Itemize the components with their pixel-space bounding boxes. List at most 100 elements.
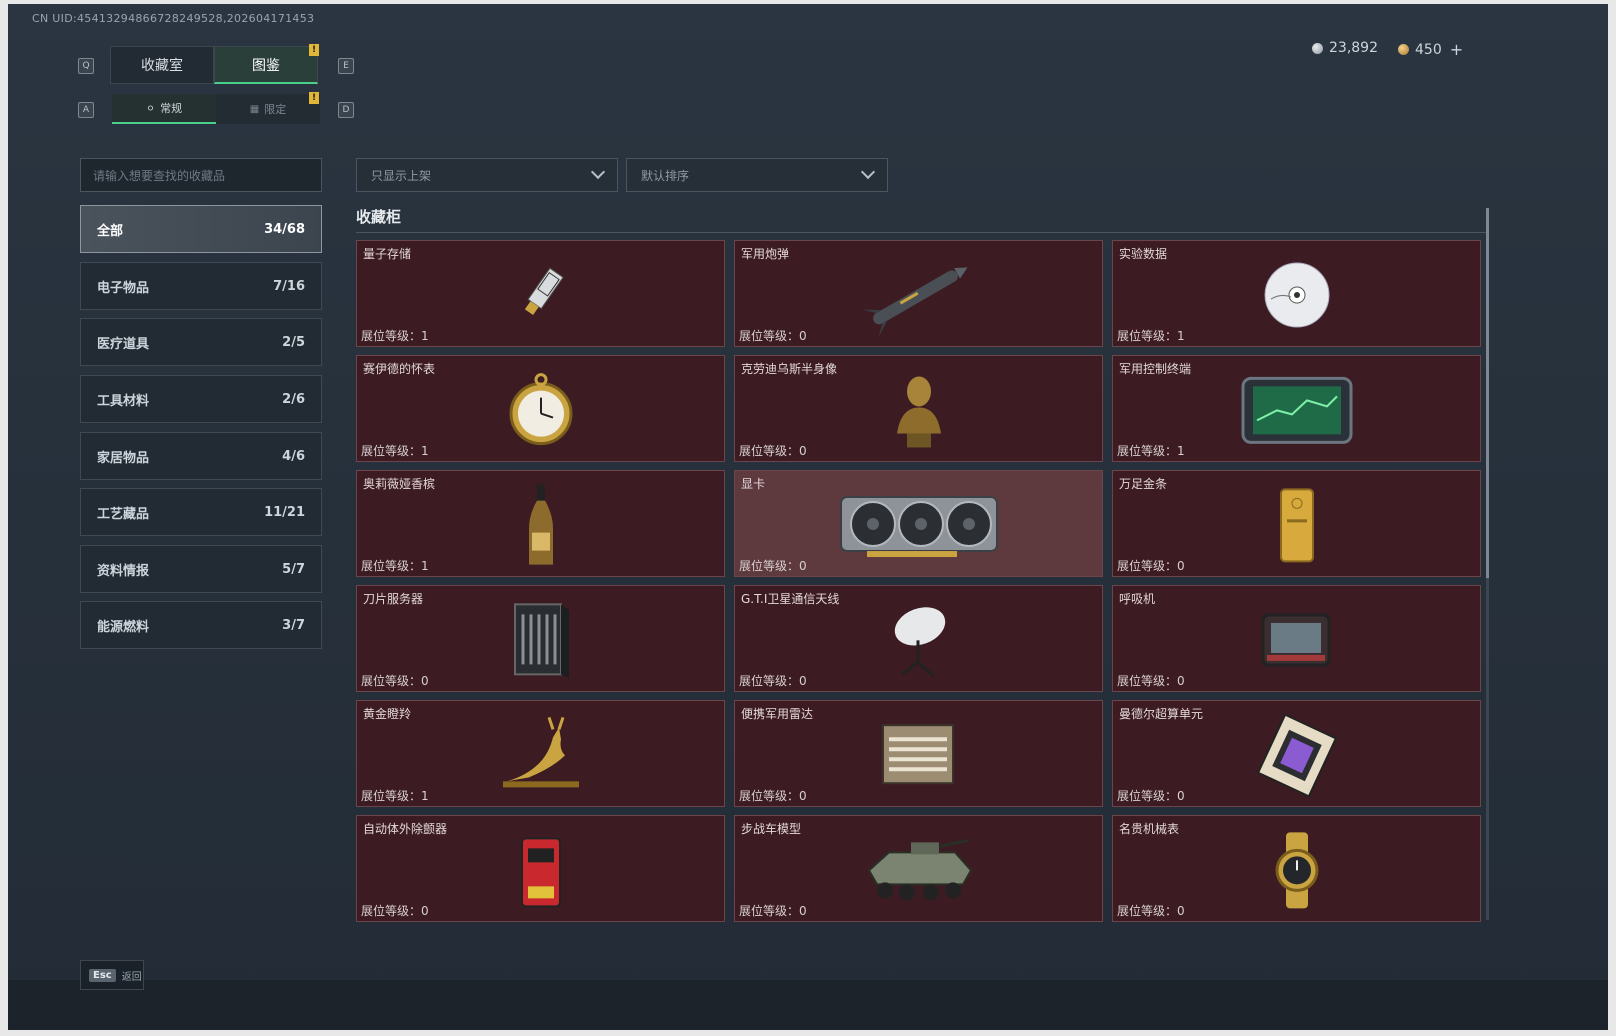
booth-level-label: 展位等级： — [739, 329, 800, 343]
collectible-card[interactable]: 赛伊德的怀表 展位等级：1 — [356, 355, 725, 462]
booth-level-label: 展位等级： — [361, 674, 422, 688]
back-label: 返回 — [121, 971, 142, 983]
hotkey-d: D — [338, 102, 354, 118]
missile-icon — [859, 255, 979, 339]
collectible-card[interactable]: 步战车模型 展位等级：0 — [734, 815, 1103, 922]
collectible-card[interactable]: 曼德尔超算单元 展位等级：0 — [1112, 700, 1481, 807]
booth-level: 展位等级：0 — [739, 787, 807, 804]
booth-level: 展位等级：1 — [1117, 327, 1185, 344]
booth-level: 展位等级：0 — [1117, 787, 1185, 804]
subtab-limited[interactable]: ▦ 限定 — [216, 94, 320, 124]
subtab-regular-label: 常规 — [160, 102, 183, 115]
collectible-card[interactable]: 便携军用雷达 展位等级：0 — [734, 700, 1103, 807]
category-count: 4/6 — [282, 448, 305, 464]
collectible-card[interactable]: 军用炮弹展位等级：0 — [734, 240, 1103, 347]
category-label: 工艺藏品 — [97, 506, 150, 522]
category-electronics[interactable]: 电子物品 7/16 — [80, 262, 322, 310]
hotkey-q: Q — [78, 58, 94, 74]
collectible-name: 曼德尔超算单元 — [1119, 707, 1204, 721]
collectible-name: G.T.I卫星通信天线 — [741, 592, 840, 606]
collectible-card[interactable]: G.T.I卫星通信天线 展位等级：0 — [734, 585, 1103, 692]
disc-icon — [1261, 259, 1333, 335]
chevron-down-icon — [590, 164, 606, 180]
booth-level: 展位等级：1 — [361, 442, 429, 459]
booth-level-value: 0 — [799, 559, 807, 573]
category-medical[interactable]: 医疗道具 2/5 — [80, 318, 322, 366]
pocket-watch-icon — [501, 367, 581, 457]
booth-level-label: 展位等级： — [1117, 674, 1178, 688]
category-household[interactable]: 家居物品 4/6 — [80, 432, 322, 480]
booth-level-value: 0 — [421, 904, 429, 918]
booth-level: 展位等级：0 — [739, 902, 807, 919]
ifv-model-icon — [859, 830, 979, 914]
sub-tabs: ⚪ 常规 ▦ 限定 — [112, 94, 320, 124]
satellite-dish-icon — [884, 600, 954, 684]
lamp-icon: ⚪ — [145, 101, 156, 115]
collectible-name: 军用控制终端 — [1119, 362, 1192, 376]
add-currency-button[interactable]: + — [1450, 40, 1463, 59]
collectible-name: 量子存储 — [363, 247, 412, 261]
back-button[interactable]: Esc 返回 — [80, 960, 144, 990]
booth-level: 展位等级：0 — [361, 672, 429, 689]
collectible-card[interactable]: 名贵机械表 展位等级：0 — [1112, 815, 1481, 922]
collectible-card[interactable]: 呼吸机 展位等级：0 — [1112, 585, 1481, 692]
booth-level-label: 展位等级： — [361, 904, 422, 918]
booth-level-value: 1 — [421, 559, 429, 573]
booth-level-value: 1 — [421, 444, 429, 458]
category-all[interactable]: 全部 34/68 — [80, 205, 322, 253]
collectible-card[interactable]: 显卡 展位等级：0 — [734, 470, 1103, 577]
scrollbar-thumb[interactable] — [1486, 208, 1489, 578]
category-label: 能源燃料 — [97, 619, 150, 635]
tab-collection-room[interactable]: 收藏室 — [110, 46, 214, 84]
sort-value: 默认排序 — [641, 168, 690, 183]
item-grid: 量子存储 展位等级：1 军用炮弹 展位等级：0 实验数据 展位等级：1 赛伊德的怀表 展位等级… — [356, 240, 1481, 922]
booth-level-value: 0 — [1177, 904, 1185, 918]
booth-level-label: 展位等级： — [739, 674, 800, 688]
silver-currency: 23,892 — [1312, 40, 1378, 56]
collectible-card[interactable]: 克劳迪乌斯半身像 展位等级：0 — [734, 355, 1103, 462]
main-tabs: 收藏室 图鉴 — [110, 46, 318, 84]
category-label: 工具材料 — [97, 393, 150, 409]
booth-level-label: 展位等级： — [739, 444, 800, 458]
sort-dropdown[interactable]: 默认排序 — [626, 158, 888, 192]
collectible-card[interactable]: 量子存储 展位等级：1 — [356, 240, 725, 347]
collectible-name: 自动体外除颤器 — [363, 822, 448, 836]
app-window: CN UID:45413294866728249528,202604171453… — [8, 4, 1608, 1030]
collectible-card[interactable]: 黄金瞪羚 展位等级：1 — [356, 700, 725, 807]
collectible-name: 奥莉薇娅香槟 — [363, 477, 436, 491]
category-tools[interactable]: 工具材料 2/6 — [80, 375, 322, 423]
booth-level: 展位等级：1 — [361, 787, 429, 804]
box-icon: ▦ — [249, 103, 260, 115]
booth-level-value: 0 — [421, 674, 429, 688]
category-energy[interactable]: 能源燃料 3/7 — [80, 601, 322, 649]
booth-level-value: 1 — [421, 329, 429, 343]
collectible-card[interactable]: 军用控制终端 展位等级：1 — [1112, 355, 1481, 462]
collectible-name: 军用炮弹 — [741, 247, 790, 261]
collectible-name: 赛伊德的怀表 — [363, 362, 436, 376]
category-crafts[interactable]: 工艺藏品 11/21 — [80, 488, 322, 536]
booth-level-value: 0 — [799, 329, 807, 343]
subtab-alert-badge: ! — [309, 92, 319, 104]
collectible-name: 呼吸机 — [1119, 592, 1156, 606]
tab-catalog[interactable]: 图鉴 — [214, 46, 318, 84]
search-input[interactable]: 请输入想要查找的收藏品 — [80, 158, 322, 192]
collectible-card[interactable]: 刀片服务器 展位等级：0 — [356, 585, 725, 692]
collectible-card[interactable]: 万足金条 展位等级：0 — [1112, 470, 1481, 577]
collectible-name: 克劳迪乌斯半身像 — [741, 362, 838, 376]
subtab-regular[interactable]: ⚪ 常规 — [112, 94, 216, 124]
collectible-card[interactable]: 实验数据 展位等级：1 — [1112, 240, 1481, 347]
category-intel[interactable]: 资料情报 5/7 — [80, 545, 322, 593]
champagne-icon — [526, 482, 556, 572]
collectible-name: 万足金条 — [1119, 477, 1168, 491]
collectible-card[interactable]: 自动体外除颤器 展位等级：0 — [356, 815, 725, 922]
section-divider — [356, 232, 1486, 233]
uid-label: CN UID:45413294866728249528,202604171453 — [32, 12, 315, 25]
booth-level-label: 展位等级： — [1117, 329, 1178, 343]
shelf-filter-dropdown[interactable]: 只显示上架 — [356, 158, 618, 192]
booth-level-label: 展位等级： — [739, 559, 800, 573]
radar-icon — [877, 717, 961, 797]
category-label: 资料情报 — [97, 563, 150, 579]
collectible-card[interactable]: 奥莉薇娅香槟 展位等级：1 — [356, 470, 725, 577]
bottom-bar — [8, 980, 1608, 1030]
booth-level-value: 1 — [1177, 444, 1185, 458]
